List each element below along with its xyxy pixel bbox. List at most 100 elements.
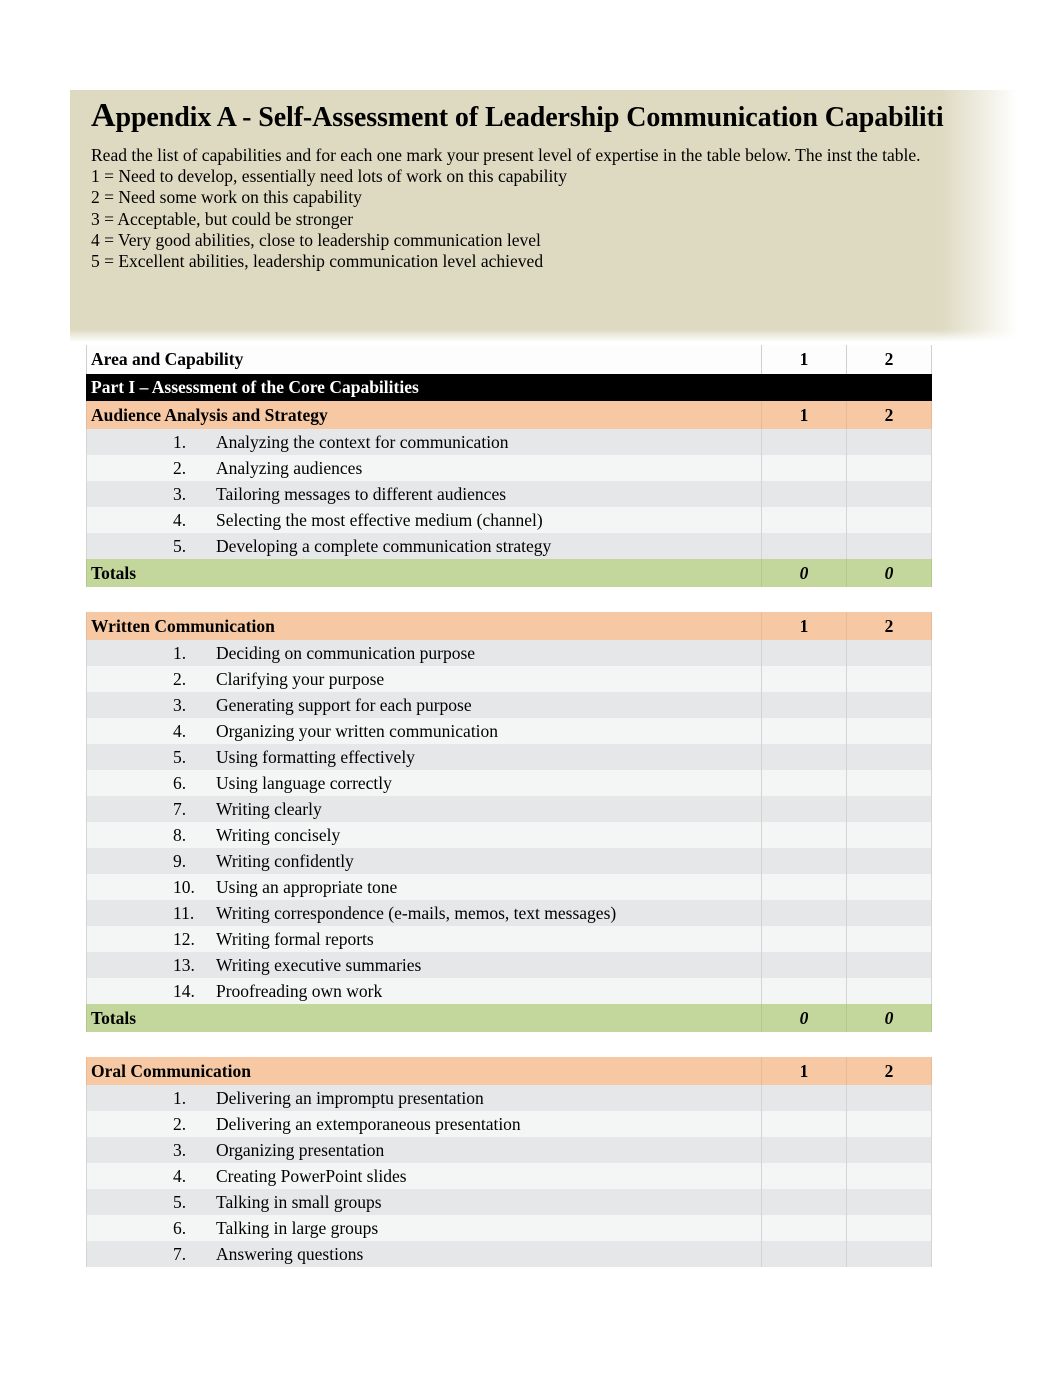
rating-cell-1[interactable] [761, 978, 847, 1004]
rating-cell-1[interactable] [761, 481, 847, 507]
table-row[interactable]: 5. Talking in small groups [86, 1189, 932, 1215]
rating-cell-2[interactable] [846, 640, 932, 666]
table-row[interactable]: 14. Proofreading own work [86, 978, 932, 1004]
table-row[interactable]: 7. Answering questions [86, 1241, 932, 1267]
table-row[interactable]: 2. Analyzing audiences [86, 455, 932, 481]
page-title-dropcap: A [91, 97, 116, 134]
rating-cell-1[interactable] [761, 952, 847, 978]
rating-cell-1[interactable] [761, 666, 847, 692]
rating-cell-2[interactable] [846, 533, 932, 559]
rating-cell-2[interactable] [846, 1189, 932, 1215]
rating-cell-2[interactable] [846, 926, 932, 952]
table-row[interactable]: 3. Organizing presentation [86, 1137, 932, 1163]
rating-cell-1[interactable] [761, 926, 847, 952]
rating-cell-1[interactable] [761, 770, 847, 796]
table-row[interactable]: 6. Talking in large groups [86, 1215, 932, 1241]
table-row[interactable]: 1. Deciding on communication purpose [86, 640, 932, 666]
table-row[interactable]: 8. Writing concisely [86, 822, 932, 848]
table-row[interactable]: 2. Clarifying your purpose [86, 666, 932, 692]
rating-cell-2[interactable] [846, 507, 932, 533]
rating-cell-1[interactable] [761, 874, 847, 900]
table-row[interactable]: 4. Selecting the most effective medium (c… [86, 507, 932, 533]
table-row[interactable]: 5. Using formatting effectively [86, 744, 932, 770]
section-header-label: Oral Communication [86, 1057, 762, 1085]
rating-cell-2[interactable] [846, 978, 932, 1004]
item-text: Organizing presentation [216, 1139, 385, 1160]
rating-cell-2[interactable] [846, 796, 932, 822]
table-row[interactable]: 1. Analyzing the context for communicatio… [86, 429, 932, 455]
capability-cell: 1. Analyzing the context for communicatio… [86, 429, 762, 455]
table-row[interactable]: 3. Generating support for each purpose [86, 692, 932, 718]
rating-cell-1[interactable] [761, 718, 847, 744]
page-title-text: ppendix A - Self-Assessment of Leadershi… [115, 102, 944, 133]
scale-line-2: 2 = Need some work on this capability [91, 187, 362, 208]
rating-cell-2[interactable] [846, 770, 932, 796]
table-row[interactable]: 9. Writing confidently [86, 848, 932, 874]
rating-cell-1[interactable] [761, 900, 847, 926]
rating-cell-2[interactable] [846, 1085, 932, 1111]
table-row[interactable]: 1. Delivering an impromptu presentation [86, 1085, 932, 1111]
table-row[interactable]: 6. Using language correctly [86, 770, 932, 796]
item-number: 3. [173, 694, 187, 715]
rating-cell-2[interactable] [846, 429, 932, 455]
rating-cell-2[interactable] [846, 874, 932, 900]
rating-cell-1[interactable] [761, 1163, 847, 1189]
item-text: Developing a complete communication stra… [216, 535, 552, 556]
section-header-label: Written Communication [86, 612, 762, 640]
rating-cell-2[interactable] [846, 718, 932, 744]
rating-cell-2[interactable] [846, 666, 932, 692]
rating-cell-1[interactable] [761, 848, 847, 874]
table-row[interactable]: 3. Tailoring messages to different audien… [86, 481, 932, 507]
rating-cell-2[interactable] [846, 1163, 932, 1189]
rating-cell-2[interactable] [846, 952, 932, 978]
table-row[interactable]: 10. Using an appropriate tone [86, 874, 932, 900]
item-text: Selecting the most effective medium (cha… [216, 509, 543, 530]
table-row[interactable]: 4. Organizing your written communication [86, 718, 932, 744]
scale-line-1: 1 = Need to develop, essentially need lo… [91, 166, 567, 187]
rating-cell-1[interactable] [761, 822, 847, 848]
rating-cell-1[interactable] [761, 1215, 847, 1241]
capability-cell: 10. Using an appropriate tone [86, 874, 762, 900]
rating-cell-1[interactable] [761, 1189, 847, 1215]
table-row[interactable]: 13. Writing executive summaries [86, 952, 932, 978]
rating-cell-1[interactable] [761, 1137, 847, 1163]
rating-cell-1[interactable] [761, 744, 847, 770]
capability-cell: 2. Analyzing audiences [86, 455, 762, 481]
rating-cell-2[interactable] [846, 1111, 932, 1137]
capability-cell: 13. Writing executive summaries [86, 952, 762, 978]
rating-cell-1[interactable] [761, 1085, 847, 1111]
rating-cell-2[interactable] [846, 822, 932, 848]
rating-cell-2[interactable] [846, 1137, 932, 1163]
capability-cell: 2. Clarifying your purpose [86, 666, 762, 692]
rating-cell-2[interactable] [846, 481, 932, 507]
rating-cell-2[interactable] [846, 455, 932, 481]
rating-cell-1[interactable] [761, 796, 847, 822]
rating-cell-1[interactable] [761, 507, 847, 533]
rating-cell-2[interactable] [846, 1241, 932, 1267]
rating-cell-2[interactable] [846, 692, 932, 718]
column-header-rating-2: 2 [846, 345, 932, 374]
table-row[interactable]: 2. Delivering an extemporaneous presentat… [86, 1111, 932, 1137]
capability-cell: 6. Using language correctly [86, 770, 762, 796]
rating-cell-1[interactable] [761, 640, 847, 666]
table-row[interactable]: 4. Creating PowerPoint slides [86, 1163, 932, 1189]
table-row[interactable]: 7. Writing clearly [86, 796, 932, 822]
table-row[interactable]: 12. Writing formal reports [86, 926, 932, 952]
rating-cell-1[interactable] [761, 692, 847, 718]
section-header-label: Audience Analysis and Strategy [86, 401, 762, 429]
rating-cell-1[interactable] [761, 429, 847, 455]
rating-cell-2[interactable] [846, 744, 932, 770]
capability-cell: 2. Delivering an extemporaneous presentat… [86, 1111, 762, 1137]
rating-cell-2[interactable] [846, 848, 932, 874]
capability-cell: 3. Tailoring messages to different audien… [86, 481, 762, 507]
intro-block: Read the list of capabilities and for ea… [91, 145, 951, 272]
table-row[interactable]: 5. Developing a complete communication st… [86, 533, 932, 559]
rating-cell-1[interactable] [761, 533, 847, 559]
table-row[interactable]: 11. Writing correspondence (e-mails, memo… [86, 900, 932, 926]
rating-cell-2[interactable] [846, 1215, 932, 1241]
scale-line-3: 3 = Acceptable, but could be stronger [91, 208, 354, 229]
rating-cell-1[interactable] [761, 1111, 847, 1137]
rating-cell-2[interactable] [846, 900, 932, 926]
rating-cell-1[interactable] [761, 455, 847, 481]
rating-cell-1[interactable] [761, 1241, 847, 1267]
